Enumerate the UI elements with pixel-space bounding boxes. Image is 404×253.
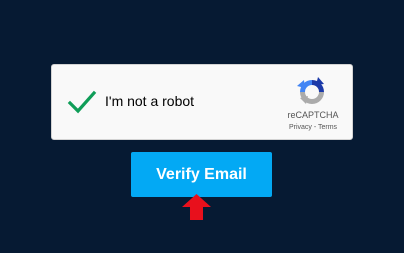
recaptcha-brand: reCAPTCHA: [287, 110, 339, 120]
check-icon[interactable]: [67, 89, 97, 115]
recaptcha-links: Privacy - Terms: [281, 124, 345, 131]
arrow-up-icon: [182, 194, 211, 220]
terms-link[interactable]: Terms: [318, 124, 337, 131]
verify-email-button[interactable]: Verify Email: [131, 152, 272, 197]
privacy-link[interactable]: Privacy: [289, 124, 312, 131]
recaptcha-logo-icon: [297, 77, 324, 104]
recaptcha-widget: I'm not a robot reCAPTCHA Privacy - Term…: [51, 64, 353, 140]
captcha-label: I'm not a robot: [105, 93, 195, 109]
